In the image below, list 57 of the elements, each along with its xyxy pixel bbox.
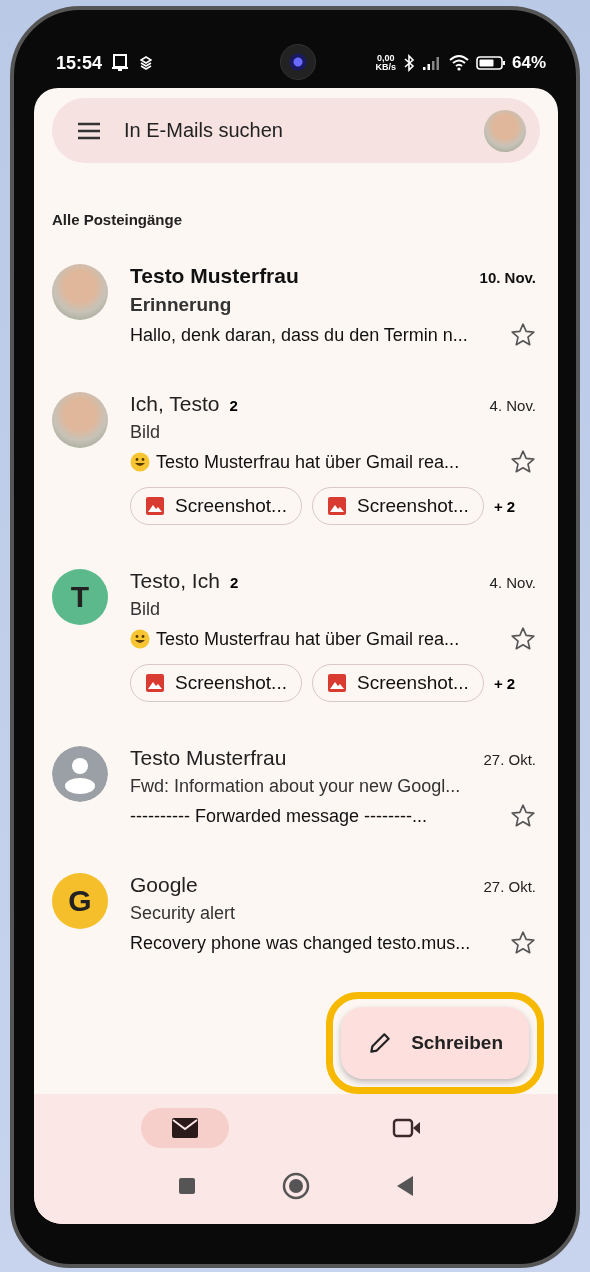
battery-icon: [475, 55, 506, 71]
email-snippet: Testo Musterfrau hat über Gmail rea...: [156, 451, 460, 473]
section-title: Alle Posteingänge: [52, 211, 184, 228]
image-icon: [326, 673, 347, 693]
home-button[interactable]: [282, 1172, 310, 1200]
search-field[interactable]: In E-Mails suchen: [122, 118, 464, 143]
email-sender: Ich, Testo: [130, 392, 220, 416]
net-unit: KB/s: [375, 63, 396, 72]
email-snippet: Hallo, denk daran, dass du den Termin n...: [130, 324, 468, 346]
nav-tab[interactable]: [141, 1108, 229, 1148]
recents-button[interactable]: [176, 1176, 197, 1196]
email-sender: Testo Musterfrau: [130, 746, 287, 770]
mail-icon: [171, 1117, 199, 1139]
email-subject: Bild: [130, 422, 161, 443]
star-icon[interactable]: [510, 930, 536, 956]
menu-icon[interactable]: [76, 120, 102, 141]
status-time: 15:54: [56, 52, 103, 74]
email-date: 27. Okt.: [483, 878, 536, 895]
wifi-icon: [447, 54, 470, 72]
thread-count: 2: [229, 397, 238, 414]
camera-icon: [280, 44, 316, 80]
email-sender: Testo Musterfrau: [130, 264, 299, 288]
image-icon: [145, 673, 165, 693]
star-icon[interactable]: [510, 449, 536, 475]
net-speed: 0,00: [376, 54, 395, 63]
back-button[interactable]: [395, 1175, 416, 1197]
letter-avatar: T: [52, 569, 108, 625]
search-bar[interactable]: In E-Mails suchen: [52, 98, 540, 163]
email-subject: Erinnerung: [130, 294, 233, 316]
email-subject: Security alert: [130, 903, 237, 924]
compose-button[interactable]: Schreiben: [341, 1007, 529, 1079]
letter-avatar: G: [52, 873, 108, 929]
email-snippet: Testo Musterfrau hat über Gmail rea...: [156, 628, 460, 650]
email-subject: Fwd: Information about your new Googl...: [130, 776, 462, 797]
avatar-photo-placeholder: [52, 392, 108, 448]
email-snippet: Recovery phone was changed testo.mus...: [130, 932, 471, 954]
video-camera-icon: [392, 1117, 422, 1139]
email-subject: Bild: [130, 599, 161, 620]
star-icon[interactable]: [510, 803, 536, 829]
image-icon: [145, 496, 165, 516]
email-sender: Testo, Ich: [130, 569, 220, 593]
battery-level: 64%: [511, 53, 546, 73]
email-date: 4. Nov.: [489, 574, 536, 591]
more-attachments: + 2: [493, 497, 516, 515]
thread-count: 2: [229, 574, 239, 591]
star-icon[interactable]: [510, 626, 536, 652]
email-sender: Google: [130, 873, 198, 897]
email-date: 10. Nov.: [479, 269, 536, 286]
image-icon: [326, 496, 347, 516]
layers-icon: [140, 56, 153, 70]
signal-icon: [421, 55, 442, 71]
more-attachments: + 2: [493, 674, 516, 692]
email-snippet: ---------- Forwarded message --------...: [130, 805, 427, 827]
avatar-photo-placeholder: [52, 264, 108, 320]
email-date: 27. Okt.: [483, 751, 536, 768]
email-date: 4. Nov.: [489, 397, 536, 414]
star-icon[interactable]: [510, 322, 536, 348]
